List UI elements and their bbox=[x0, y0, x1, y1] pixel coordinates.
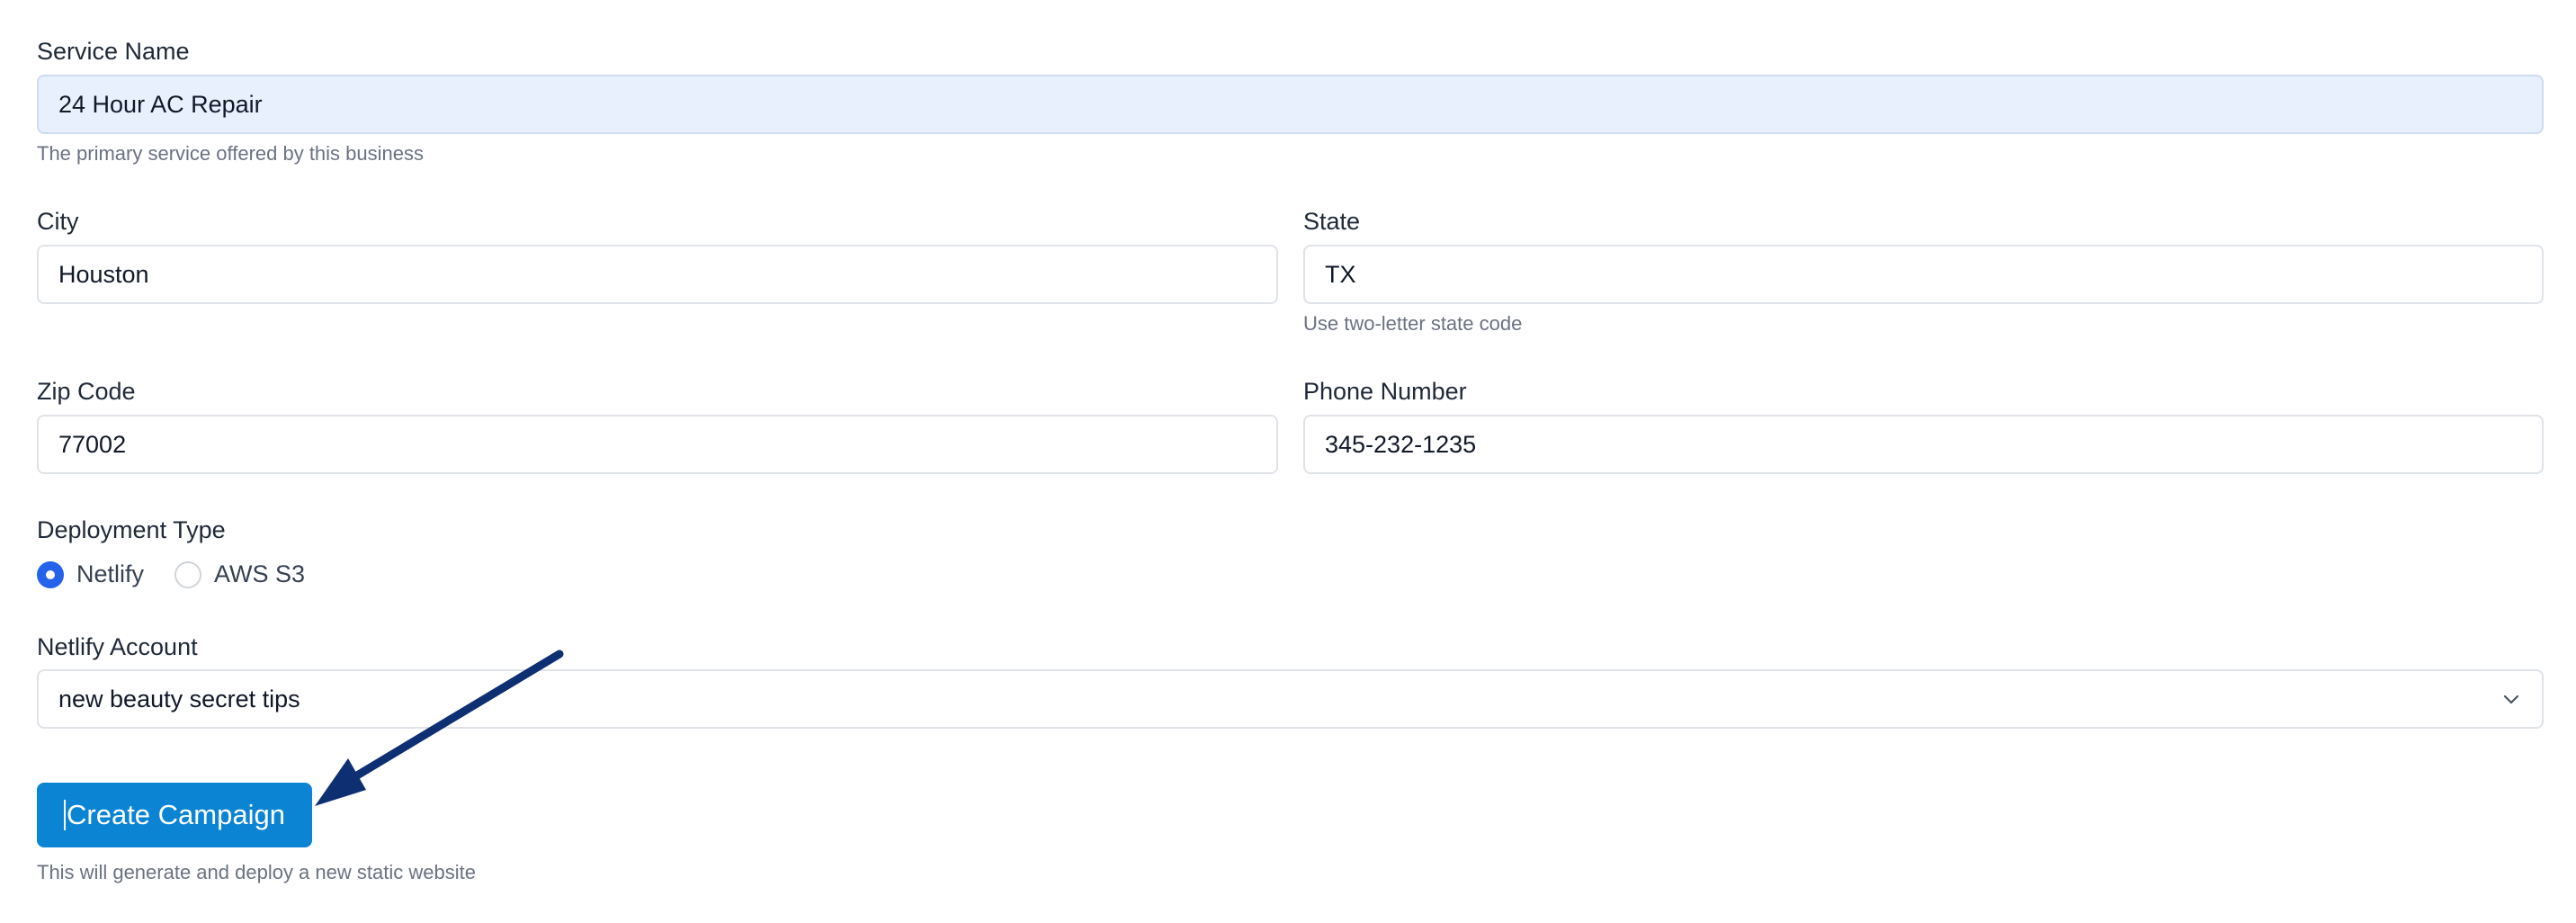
chevron-down-icon[interactable] bbox=[2500, 688, 2522, 710]
netlify-account-value: new beauty secret tips bbox=[58, 685, 300, 712]
radio-netlify-label[interactable]: Netlify bbox=[76, 560, 144, 588]
state-label: State bbox=[1303, 208, 1361, 235]
service-name-input[interactable]: 24 Hour AC Repair bbox=[37, 75, 2544, 134]
service-name-help: The primary service offered by this busi… bbox=[37, 142, 424, 165]
city-value: Houston bbox=[58, 260, 149, 288]
city-input[interactable]: Houston bbox=[37, 245, 1278, 304]
state-input[interactable]: TX bbox=[1303, 245, 2544, 304]
zip-code-input[interactable]: 77002 bbox=[37, 415, 1278, 474]
create-campaign-button[interactable]: Create Campaign bbox=[37, 783, 312, 847]
deployment-type-label: Deployment Type bbox=[37, 516, 226, 543]
netlify-account-label: Netlify Account bbox=[37, 633, 198, 660]
arrow-annotation-icon bbox=[315, 650, 564, 806]
zip-code-label: Zip Code bbox=[37, 378, 136, 405]
radio-netlify[interactable] bbox=[37, 560, 64, 588]
radio-aws-s3[interactable] bbox=[174, 560, 202, 588]
submit-help: This will generate and deploy a new stat… bbox=[37, 861, 476, 883]
phone-number-input[interactable]: 345-232-1235 bbox=[1303, 415, 2544, 474]
city-label: City bbox=[37, 208, 79, 235]
service-name-label: Service Name bbox=[37, 38, 190, 65]
radio-aws-s3-label[interactable]: AWS S3 bbox=[214, 560, 305, 588]
state-help: Use two-letter state code bbox=[1303, 312, 1523, 335]
phone-number-label: Phone Number bbox=[1303, 378, 1467, 405]
create-campaign-label: Create Campaign bbox=[67, 799, 285, 830]
phone-number-value: 345-232-1235 bbox=[1325, 430, 1477, 458]
zip-code-value: 77002 bbox=[58, 430, 127, 458]
service-name-value: 24 Hour AC Repair bbox=[58, 90, 263, 118]
state-value: TX bbox=[1325, 260, 1356, 288]
deployment-type-radio-group: Netlify AWS S3 bbox=[37, 560, 335, 588]
text-cursor bbox=[64, 800, 66, 830]
